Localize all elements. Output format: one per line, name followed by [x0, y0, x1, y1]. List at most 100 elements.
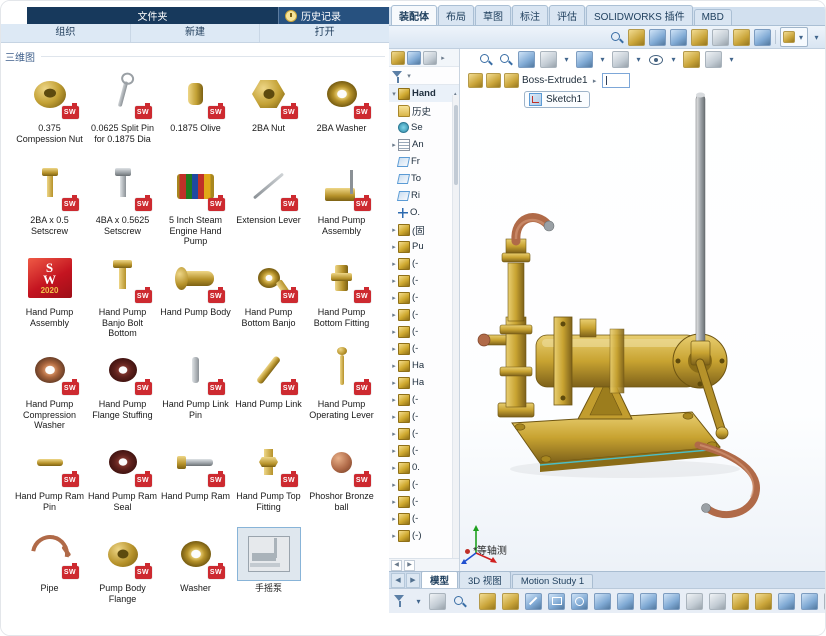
tree-item[interactable]: ▸ (- [389, 340, 459, 357]
ribbon-group-label[interactable]: 组织 [1, 24, 131, 42]
assembly-features-icon[interactable] [733, 28, 750, 46]
ribbon-group-label[interactable]: 新建 [131, 24, 261, 42]
file-item[interactable]: SW Hand Pump Link [232, 344, 305, 436]
expander-icon[interactable]: ▸ [390, 430, 398, 438]
quick-filter-icon[interactable] [429, 592, 446, 610]
text-icon[interactable] [686, 592, 703, 610]
tree-pane-arrow-icon[interactable]: ▸ [439, 54, 447, 62]
ribbon-tab-folder[interactable]: 文件夹 [27, 7, 278, 24]
trim-entities-icon[interactable] [709, 592, 726, 610]
tree-scrollbar-thumb[interactable] [454, 105, 458, 185]
dropdown-arrow-icon[interactable]: ▾ [634, 52, 643, 67]
tree-scroll-right-button[interactable]: ▶ [404, 559, 415, 571]
tree-item[interactable]: Ri [389, 187, 459, 204]
tree-item[interactable]: ▸ (- [389, 425, 459, 442]
file-item[interactable]: SW 2BA Nut [232, 68, 305, 160]
expander-icon[interactable]: ▸ [390, 515, 398, 523]
dropdown-arrow-icon[interactable]: ▾ [598, 52, 607, 67]
expander-icon[interactable]: ▸ [390, 277, 398, 285]
expander-icon[interactable]: ▸ [390, 532, 398, 540]
expander-icon[interactable]: ▸ [390, 481, 398, 489]
ribbon-tab[interactable]: 布局 [438, 5, 474, 25]
component-pattern-icon[interactable] [670, 28, 687, 46]
offset-entities-icon[interactable] [755, 592, 772, 610]
ribbon-group-label[interactable]: 打开 [260, 24, 389, 42]
tree-item[interactable]: ▸ (- [389, 476, 459, 493]
rectangle-icon[interactable] [548, 592, 565, 610]
file-item[interactable]: SW Extension Lever [232, 160, 305, 252]
tree-item[interactable]: O. [389, 204, 459, 221]
file-item[interactable]: SW 0.1875 Olive [159, 68, 232, 160]
file-item[interactable]: SW Washer [159, 528, 232, 620]
tab-scroll-right-button[interactable]: ▶ [406, 573, 420, 588]
edit-appearance-icon[interactable] [683, 51, 700, 68]
expander-icon[interactable]: ▸ [390, 226, 398, 234]
file-item[interactable]: S W 2020 Hand Pump Assembly [13, 252, 86, 344]
breadcrumb-feature-label[interactable]: Boss-Extrude1 [522, 75, 588, 86]
ribbon-tab[interactable]: 装配体 [391, 5, 437, 25]
file-item[interactable]: SW Hand Pump Flange Stuffing [86, 344, 159, 436]
expander-icon[interactable]: ▸ [390, 328, 398, 336]
display-settings-button[interactable]: ▾ [780, 27, 808, 47]
tree-item[interactable]: ▸ (- [389, 272, 459, 289]
document-tab[interactable]: 模型 [421, 571, 459, 588]
file-item[interactable]: SW Pipe [13, 527, 86, 620]
insert-component-icon[interactable] [628, 28, 645, 46]
file-item[interactable]: SW Phoshor Bronze ball [305, 436, 378, 528]
file-item[interactable]: SW Hand Pump Link Pin [159, 344, 232, 436]
hide-show-items-icon[interactable] [648, 52, 664, 67]
feature-icon[interactable] [504, 73, 519, 88]
view-orientation-icon[interactable] [576, 51, 593, 68]
filter-dropdown-icon[interactable]: ▾ [405, 72, 413, 80]
tree-item[interactable]: ▸ Ha [389, 357, 459, 374]
tree-item[interactable]: ▸ (- [389, 510, 459, 527]
dropdown-arrow-icon[interactable]: ▾ [669, 52, 678, 67]
polygon-icon[interactable] [617, 592, 634, 610]
linear-pattern-icon[interactable] [801, 592, 818, 610]
file-item[interactable]: 手摇泵 [232, 527, 305, 620]
spline-icon[interactable] [640, 592, 657, 610]
expander-icon[interactable]: ▸ [390, 464, 398, 472]
mate-icon[interactable] [649, 28, 666, 46]
file-item[interactable]: SW Hand Pump Top Fitting [232, 436, 305, 528]
move-component-icon[interactable] [712, 28, 729, 46]
display-style-icon[interactable] [612, 51, 629, 68]
file-item[interactable]: SW Hand Pump Bottom Fitting [305, 252, 378, 344]
tree-item[interactable]: ▸ (- [389, 493, 459, 510]
line-icon[interactable] [525, 592, 542, 610]
file-item[interactable]: SW Hand Pump Ram [159, 436, 232, 528]
graphics-area[interactable]: ▾ ▾ ▾ ▾ ▾ Boss-Extrude1 ▸ Sketch1 *等轴测 [460, 49, 825, 571]
configurationmanager-tab-icon[interactable] [423, 50, 437, 65]
file-item[interactable]: SW 0.0625 Split Pin for 0.1875 Dia [86, 68, 159, 160]
tree-item[interactable]: ▸ (-) [389, 527, 459, 544]
ribbon-tab[interactable]: SOLIDWORKS 插件 [586, 5, 693, 25]
document-tab[interactable]: Motion Study 1 [511, 574, 594, 588]
expander-icon[interactable]: ▸ [390, 379, 398, 387]
sketch-icon[interactable] [479, 592, 496, 610]
file-item[interactable]: SW 2BA x 0.5 Setscrew [13, 160, 86, 252]
convert-entities-icon[interactable] [732, 592, 749, 610]
file-item[interactable]: SW Pump Body Flange [86, 528, 159, 620]
ribbon-tab[interactable]: MBD [693, 9, 732, 25]
tree-item[interactable]: ▸ 0. [389, 459, 459, 476]
ribbon-tab[interactable]: 评估 [549, 5, 585, 25]
tree-item[interactable]: ▸ (- [389, 323, 459, 340]
tree-item[interactable]: To [389, 170, 459, 187]
mirror-entities-icon[interactable] [778, 592, 795, 610]
file-item[interactable]: SW 2BA Washer [305, 68, 378, 160]
document-tab[interactable]: 3D 视图 [459, 571, 511, 588]
tree-item[interactable]: Fr [389, 153, 459, 170]
section-view-icon[interactable] [540, 51, 557, 68]
component-icon[interactable] [468, 73, 483, 88]
dropdown-arrow-icon[interactable]: ▾ [812, 30, 821, 45]
file-item[interactable]: SW 0.375 Compession Nut [13, 68, 86, 160]
magnifier-icon[interactable] [452, 594, 467, 609]
tree-item[interactable]: ▸ (- [389, 255, 459, 272]
featuremanager-tab-icon[interactable] [391, 50, 405, 65]
expander-icon[interactable]: ▸ [390, 498, 398, 506]
reference-geometry-icon[interactable] [754, 28, 771, 46]
tree-root-item[interactable]: ▾ Hand ▴ [389, 85, 459, 102]
search-icon[interactable] [609, 30, 624, 45]
file-item[interactable]: SW Hand Pump Bottom Banjo [232, 252, 305, 344]
expander-icon[interactable]: ▸ [390, 413, 398, 421]
